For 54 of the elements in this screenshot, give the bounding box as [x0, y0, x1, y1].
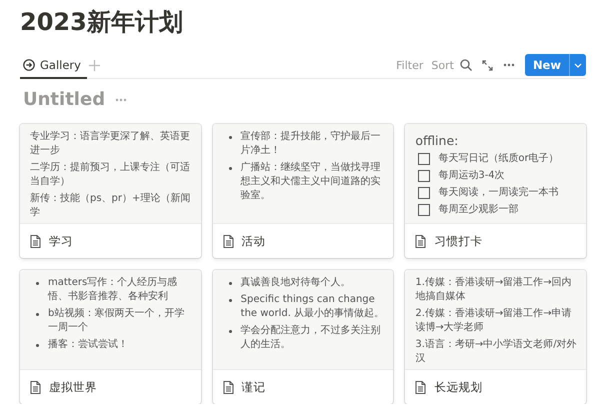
bullet-text: 学会分配注意力，不过多关注别人的生活。: [240, 324, 382, 352]
bullet-text: 宣传部：提升技能，守护最后一片净土！: [240, 130, 382, 158]
bullet-dot: [36, 282, 39, 285]
paragraph-text: 二学历：提前预习，上课专注（可适当自学）: [30, 161, 191, 189]
bullet-text: b站视频：寒假两天一个，开学一周一个: [48, 307, 186, 335]
card-title: 活动: [242, 234, 266, 248]
todo-text: 每周运动3-4次: [438, 169, 505, 183]
bullet-dot: [228, 136, 232, 139]
document-icon: [415, 234, 426, 248]
card-title: 习惯打卡: [434, 234, 482, 248]
document-icon: [30, 380, 41, 394]
gallery-card[interactable]: offline: 每天写日记（纸质or电子） 每周运动3-4次 每天阅读，一周读完一本书 每周至少观影一部 习惯打卡: [405, 124, 586, 258]
search-icon[interactable]: [458, 57, 474, 73]
paragraph-text: 1.传媒：香港读研→留港工作→回内地搞自媒体: [415, 276, 573, 304]
todo-text: 每天阅读，一周读完一本书: [438, 186, 558, 200]
view-tab[interactable]: Gallery: [20, 52, 87, 78]
page-title: 2023新年计划: [20, 7, 184, 38]
todo-text: 每周至少观影一部: [438, 203, 518, 217]
bullet-dot: [36, 313, 39, 316]
gallery-card[interactable]: 真诚善良地对待每个人。 Specific things can change the world. 从最小的事情做起。 学会分配注意力，不过多关注别人的生活。 谨记: [212, 270, 394, 404]
checkbox[interactable]: [418, 153, 430, 165]
card-title: 长远规划: [434, 380, 482, 394]
card-title: 谨记: [242, 380, 266, 394]
paragraph-text: 2.传媒：香港读研→留港工作→申请读博→大学老师: [415, 307, 573, 335]
arrow-circle-icon: [23, 58, 35, 70]
bullet-dot: [228, 299, 232, 302]
heading-text: offline:: [415, 133, 460, 148]
bullet-text: Specific things can change the world. 从最小的事情做起。: [240, 293, 386, 321]
gallery-card[interactable]: 1.传媒：香港读研→留港工作→回内地搞自媒体 2.传媒：香港读研→留港工作→申请读博→大学老师 3.语言：考研→中小学语文老师/对外汉 长远规划: [405, 270, 586, 404]
checkbox[interactable]: [418, 187, 430, 199]
bullet-text: 播客：尝试尝试！: [48, 338, 128, 352]
checkbox[interactable]: [418, 204, 430, 216]
card-title: 虚拟世界: [49, 380, 97, 394]
document-icon: [222, 234, 234, 248]
gallery-card[interactable]: 专业学习：语言学更深了解、英语更进一步 二学历：提前预习，上课专注（可适当自学） 新传：技能（ps、pr）+理论（新闻学 学习: [20, 124, 201, 258]
paragraph-text: 新传：技能（ps、pr）+理论（新闻学: [30, 192, 192, 220]
todo-text: 每天写日记（纸质or电子）: [438, 152, 559, 166]
document-icon: [222, 380, 234, 394]
bullet-dot: [228, 330, 232, 333]
document-icon: [30, 234, 41, 248]
paragraph-text: 专业学习：语言学更深了解、英语更进一步: [30, 130, 191, 158]
bullet-text: 广播站：继续坚守，当做找寻理想主义和犬儒主义中间道路的实验室。: [240, 161, 382, 203]
document-icon: [415, 380, 426, 394]
checkbox[interactable]: [418, 170, 430, 182]
gallery-card[interactable]: matters写作：个人经历与感悟、书影音推荐、各种安利 b站视频：寒假两天一个，开学一周一个 播客：尝试尝试！ 虚拟世界: [20, 270, 201, 404]
bullet-dot: [228, 167, 232, 170]
paragraph-text: 3.语言：考研→中小学语文老师/对外汉: [415, 338, 578, 366]
gallery-card[interactable]: 宣传部：提升技能，守护最后一片净土！ 广播站：继续坚守，当做找寻理想主义和犬儒主义中间道路的实验室。 活动: [212, 124, 394, 258]
expand-icon[interactable]: [480, 58, 495, 72]
bullet-dot: [36, 344, 39, 347]
card-title: 学习: [49, 234, 73, 248]
bullet-dot: [228, 282, 232, 285]
group-title: Untitled: [23, 89, 106, 110]
bullet-text: 真诚善良地对待每个人。: [240, 276, 351, 290]
